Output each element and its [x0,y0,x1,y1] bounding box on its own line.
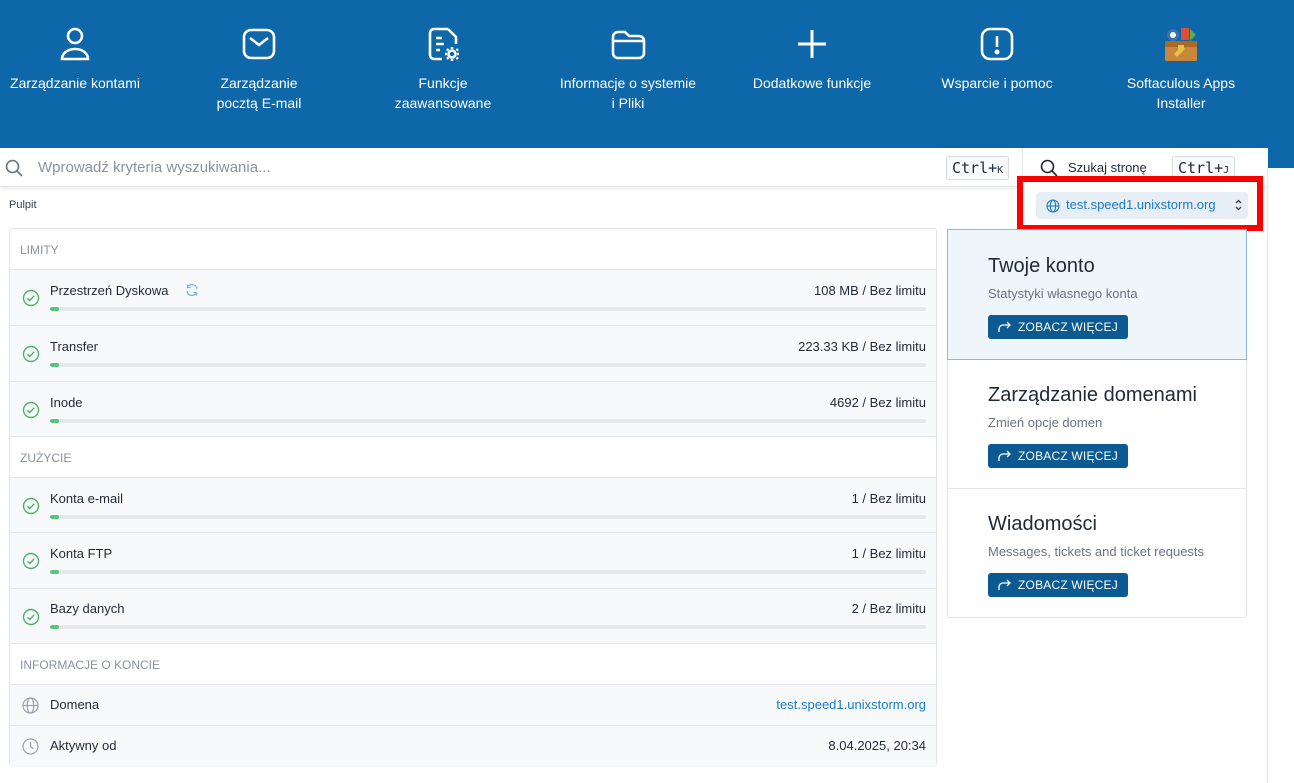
nav-item-label: Zarządzanie kontami [10,75,140,91]
usage-value: 2 / Bez limitu [851,601,926,616]
search-input[interactable] [38,156,918,178]
section-heading-limits: LIMITY [10,229,936,270]
nav-item-label: Dodatkowe funkcje [752,75,872,91]
info-row-active-since: Aktywny od 8.04.2025, 20:34 [10,726,936,767]
card-subtitle: Zmień opcje domen [988,415,1103,430]
search-icon [5,159,23,177]
shortcut-text: Ctrl+ [952,159,998,177]
section-heading-account-info: INFORMACJE O KONCIE [10,644,936,685]
check-circle-icon [22,345,40,363]
card-subtitle: Messages, tickets and ticket requests [988,544,1205,559]
progress-fill [50,570,59,574]
info-label: Aktywny od [50,738,117,753]
info-label: Domena [50,697,100,712]
progress-bar [50,625,926,629]
progress-bar [50,419,926,423]
limit-row-inode: Inode 4692 / Bez limitu [10,382,936,437]
mail-icon [240,25,278,63]
card-your-account[interactable]: Twoje konto Statystyki własnego konta ZO… [947,229,1247,360]
card-title: Twoje konto [988,255,1095,277]
nav-item-label: Wsparcie i pomoc [941,75,1053,91]
button-label: ZOBACZ WIĘCEJ [1018,578,1118,592]
user-icon [56,25,94,63]
clock-icon [22,738,39,755]
file-settings-icon [424,25,462,63]
quick-links-panel: Twoje konto Statystyki własnego konta ZO… [947,229,1247,618]
stats-panel: LIMITY Przestrzeń Dyskowa 108 MB / Bez l… [9,228,937,767]
usage-name: Konta FTP [50,546,113,561]
usage-value: 1 / Bez limitu [851,491,926,506]
limit-value: 4692 / Bez limitu [829,395,926,410]
top-navigation-edge [1268,148,1294,168]
shortcut-text: Ctrl+ [1178,159,1224,177]
nav-item-label: Funkcje zaawansowane [394,75,492,111]
page-search-button[interactable]: Szukaj stronę [1068,160,1147,175]
domain-link[interactable]: test.speed1.unixstorm.org [776,697,926,712]
check-circle-icon [22,608,40,626]
page-edge [1267,168,1268,783]
card-domain-management[interactable]: Zarządzanie domenami Zmień opcje domen Z… [948,360,1246,489]
button-label: ZOBACZ WIĘCEJ [1018,320,1118,334]
limit-row-transfer: Transfer 223.33 KB / Bez limitu [10,326,936,382]
see-more-button[interactable]: ZOBACZ WIĘCEJ [988,444,1128,468]
nav-item-label: Informacje o systemie i Pliki [559,75,697,111]
progress-fill [50,625,59,629]
check-circle-icon [22,401,40,419]
limit-value: 223.33 KB / Bez limitu [798,339,926,354]
breadcrumb[interactable]: Pulpit [9,199,37,211]
softaculous-icon [1162,25,1200,63]
folder-icon [609,25,647,63]
card-messages[interactable]: Wiadomości Messages, tickets and ticket … [948,489,1246,617]
usage-row-email: Konta e-mail 1 / Bez limitu [10,478,936,533]
usage-value: 1 / Bez limitu [851,546,926,561]
usage-row-databases: Bazy danych 2 / Bez limitu [10,589,936,644]
nav-item-label: Zarządzanie pocztą E-mail [216,75,302,111]
shortcut-key: K [997,165,1004,176]
usage-name: Bazy danych [50,601,125,616]
progress-bar [50,363,926,367]
limit-row-disk: Przestrzeń Dyskowa 108 MB / Bez limitu [10,270,936,326]
globe-icon [1046,199,1060,213]
chevron-up-down-icon [1234,198,1243,212]
card-subtitle: Statystyki własnego konta [988,286,1138,301]
see-more-button[interactable]: ZOBACZ WIĘCEJ [988,315,1128,339]
progress-bar [50,515,926,519]
top-navigation: Zarządzanie kontami Zarządzanie pocztą E… [0,0,1294,148]
progress-bar [50,570,926,574]
shortcut-key: J [1223,165,1230,176]
progress-fill [50,419,59,423]
info-value: 8.04.2025, 20:34 [828,738,926,753]
share-arrow-icon [998,321,1011,332]
domain-selector-value: test.speed1.unixstorm.org [1066,197,1216,212]
plus-icon [793,25,831,63]
check-circle-icon [22,497,40,515]
button-label: ZOBACZ WIĘCEJ [1018,449,1118,463]
progress-fill [50,515,59,519]
limit-name: Przestrzeń Dyskowa [50,283,169,298]
domain-selector[interactable]: test.speed1.unixstorm.org [1036,192,1248,219]
nav-item-label: Softaculous Apps Installer [1126,75,1236,111]
search-shortcut-badge: Ctrl+K [946,156,1010,180]
page-search-icon[interactable] [1040,159,1058,177]
alert-icon [978,25,1016,63]
check-circle-icon [22,552,40,570]
limit-name: Transfer [50,339,98,354]
share-arrow-icon [998,579,1011,590]
usage-name: Konta e-mail [50,491,123,506]
check-circle-icon [22,289,40,307]
progress-fill [50,307,59,311]
progress-bar [50,307,926,311]
card-title: Wiadomości [988,513,1097,535]
usage-row-ftp: Konta FTP 1 / Bez limitu [10,533,936,589]
globe-icon [22,697,39,714]
section-heading-usage: ZUŻYCIE [10,437,936,478]
see-more-button[interactable]: ZOBACZ WIĘCEJ [988,573,1128,597]
limit-value: 108 MB / Bez limitu [814,283,926,298]
progress-fill [50,363,59,367]
card-title: Zarządzanie domenami [988,384,1197,406]
share-arrow-icon [998,450,1011,461]
limit-name: Inode [50,395,83,410]
info-row-domain: Domena test.speed1.unixstorm.org [10,685,936,726]
refresh-icon[interactable] [185,283,199,297]
